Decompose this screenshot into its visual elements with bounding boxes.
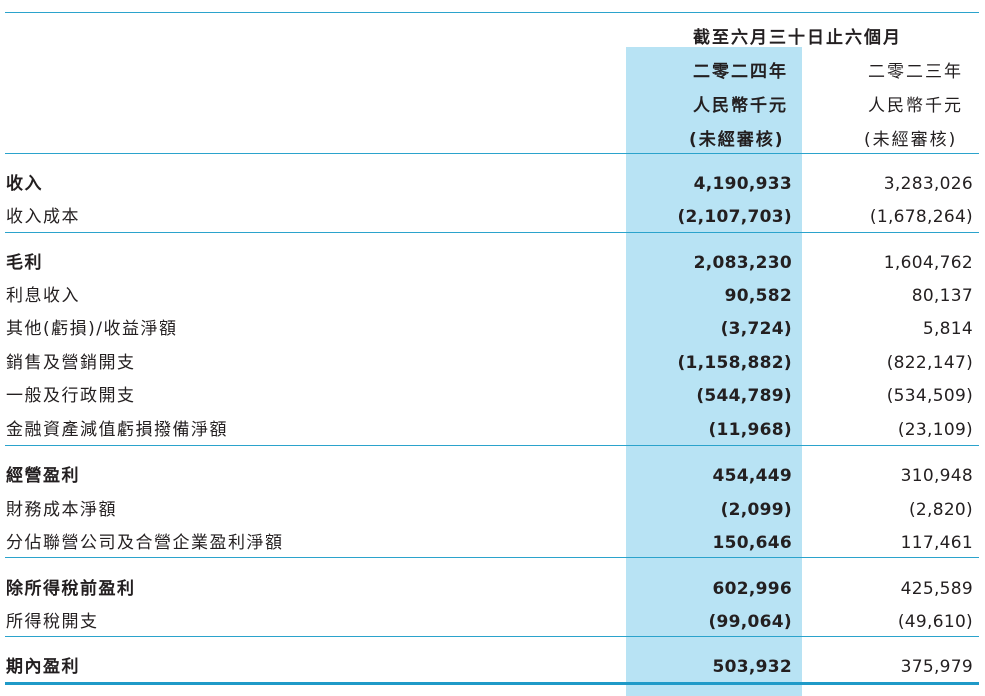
row-value-2023-gross-profit: 1,604,762 (883, 253, 973, 273)
row-value-2023-operating-profit: 310,948 (900, 466, 973, 486)
row-value-2024-impairment-provision: (11,968) (708, 420, 792, 440)
row-label-general-admin: 一般及行政開支 (6, 386, 136, 406)
row-value-2024-general-admin: (544,789) (696, 386, 792, 406)
row-value-2024-income-tax: (99,064) (708, 612, 792, 632)
col-2023-audit: (未經審核) (864, 130, 958, 150)
row-label-gross-profit: 毛利 (6, 253, 43, 273)
col-2023-year: 二零二三年 (868, 62, 963, 82)
row-value-2024-operating-profit: 454,449 (712, 466, 792, 486)
row-value-2023-revenue: 3,283,026 (883, 174, 973, 194)
row-value-2023-cost-of-revenue: (1,678,264) (869, 207, 973, 227)
section-rule (5, 445, 979, 446)
row-value-2024-finance-costs: (2,099) (720, 500, 792, 520)
row-label-selling-marketing: 銷售及營銷開支 (6, 353, 136, 373)
row-value-2023-interest-income: 80,137 (911, 286, 973, 306)
row-value-2023-impairment-provision: (23,109) (897, 420, 973, 440)
row-value-2023-income-tax: (49,610) (897, 612, 973, 632)
row-label-other-gains: 其他(虧損)/收益淨額 (6, 319, 178, 339)
row-label-share-of-associates: 分佔聯營公司及合營企業盈利淨額 (6, 533, 284, 553)
row-value-2023-finance-costs: (2,820) (908, 500, 973, 520)
top-rule (5, 12, 979, 13)
row-value-2024-profit-before-tax: 602,996 (712, 579, 792, 599)
bottom-double-rule (5, 682, 979, 685)
row-value-2024-profit-for-period: 503,932 (712, 657, 792, 677)
row-label-finance-costs: 財務成本淨額 (6, 500, 117, 520)
row-value-2023-selling-marketing: (822,147) (886, 353, 973, 373)
row-label-revenue: 收入 (6, 174, 43, 194)
row-label-impairment-provision: 金融資產減值虧損撥備淨額 (6, 420, 228, 440)
row-value-2024-interest-income: 90,582 (724, 286, 792, 306)
row-label-income-tax: 所得稅開支 (6, 612, 99, 632)
row-value-2024-cost-of-revenue: (2,107,703) (677, 207, 792, 227)
row-value-2023-other-gains: 5,814 (922, 319, 973, 339)
col-2023-unit: 人民幣千元 (868, 96, 963, 116)
header-rule (5, 153, 979, 154)
col-2024-unit: 人民幣千元 (693, 96, 788, 116)
row-value-2024-selling-marketing: (1,158,882) (677, 353, 792, 373)
col-2024-year: 二零二四年 (693, 62, 788, 82)
row-value-2024-gross-profit: 2,083,230 (693, 253, 792, 273)
row-value-2024-other-gains: (3,724) (720, 319, 792, 339)
row-label-profit-before-tax: 除所得稅前盈利 (6, 579, 136, 599)
col-2024-audit: (未經審核) (689, 130, 785, 150)
row-value-2023-share-of-associates: 117,461 (900, 533, 973, 553)
row-value-2023-profit-for-period: 375,979 (900, 657, 973, 677)
period-header: 截至六月三十日止六個月 (693, 28, 902, 48)
row-label-profit-for-period: 期內盈利 (6, 657, 80, 677)
row-label-interest-income: 利息收入 (6, 286, 80, 306)
section-rule (5, 557, 979, 558)
row-value-2024-share-of-associates: 150,646 (712, 533, 792, 553)
row-label-operating-profit: 經營盈利 (6, 466, 80, 486)
section-rule (5, 636, 979, 637)
row-value-2023-general-admin: (534,509) (886, 386, 973, 406)
row-value-2024-revenue: 4,190,933 (693, 174, 792, 194)
row-value-2023-profit-before-tax: 425,589 (900, 579, 973, 599)
section-rule (5, 232, 979, 233)
row-label-cost-of-revenue: 收入成本 (6, 207, 80, 227)
